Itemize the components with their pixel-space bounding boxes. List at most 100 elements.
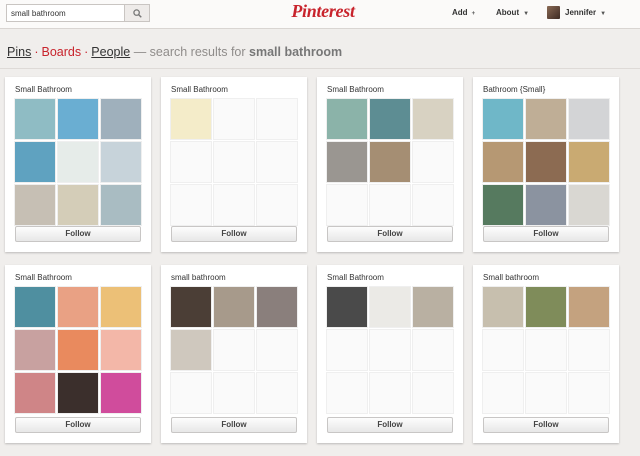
people-tab[interactable]: People — [91, 45, 130, 59]
pin-thumbnail[interactable] — [100, 141, 142, 183]
board-card[interactable]: Small Bathroom Follow — [317, 77, 463, 252]
board-title[interactable]: Small Bathroom — [15, 273, 145, 282]
pin-thumbnail — [213, 372, 255, 414]
follow-button[interactable]: Follow — [171, 226, 297, 242]
pin-thumbnail[interactable] — [256, 286, 298, 328]
board-card[interactable]: Bathroom {Small} Follow — [473, 77, 619, 252]
pin-thumbnail[interactable] — [14, 141, 56, 183]
pin-thumbnail — [256, 184, 298, 226]
pin-thumbnail[interactable] — [57, 98, 99, 140]
pin-thumbnail — [256, 141, 298, 183]
search-input[interactable] — [6, 4, 124, 22]
board-card[interactable]: Small Bathroom Follow — [5, 77, 151, 252]
board-title[interactable]: Small Bathroom — [171, 85, 301, 94]
board-title[interactable]: Small bathroom — [483, 273, 613, 282]
board-thumbnails — [170, 286, 298, 414]
pin-thumbnail[interactable] — [213, 286, 255, 328]
follow-button[interactable]: Follow — [327, 417, 453, 433]
board-title[interactable]: Small Bathroom — [15, 85, 145, 94]
pin-thumbnail[interactable] — [57, 141, 99, 183]
board-card[interactable]: Small Bathroom Follow — [317, 265, 463, 443]
board-title[interactable]: small bathroom — [171, 273, 301, 282]
boards-tab[interactable]: Boards — [42, 45, 82, 59]
pin-thumbnail[interactable] — [568, 184, 610, 226]
pin-thumbnail[interactable] — [568, 98, 610, 140]
pin-thumbnail[interactable] — [57, 286, 99, 328]
pin-thumbnail[interactable] — [568, 286, 610, 328]
pin-thumbnail[interactable] — [525, 98, 567, 140]
pin-thumbnail[interactable] — [482, 98, 524, 140]
pin-thumbnail[interactable] — [14, 286, 56, 328]
board-card[interactable]: small bathroom Follow — [161, 265, 307, 443]
board-title[interactable]: Small Bathroom — [327, 85, 457, 94]
pin-thumbnail[interactable] — [100, 372, 142, 414]
follow-button[interactable]: Follow — [483, 226, 609, 242]
board-card[interactable]: Small Bathroom Follow — [5, 265, 151, 443]
pin-thumbnail[interactable] — [412, 98, 454, 140]
pin-thumbnail[interactable] — [14, 98, 56, 140]
follow-button[interactable]: Follow — [483, 417, 609, 433]
pin-thumbnail[interactable] — [100, 184, 142, 226]
pin-thumbnail[interactable] — [369, 141, 411, 183]
pin-thumbnail[interactable] — [57, 372, 99, 414]
add-menu-label: Add — [452, 8, 468, 17]
pin-thumbnail — [482, 329, 524, 371]
pin-thumbnail[interactable] — [326, 98, 368, 140]
pin-thumbnail — [256, 98, 298, 140]
follow-button[interactable]: Follow — [15, 417, 141, 433]
board-title[interactable]: Small Bathroom — [327, 273, 457, 282]
pinterest-logo[interactable]: Pinterest — [278, 1, 368, 22]
pin-thumbnail[interactable] — [369, 286, 411, 328]
pin-thumbnail[interactable] — [57, 184, 99, 226]
pin-thumbnail[interactable] — [482, 184, 524, 226]
pin-thumbnail — [326, 372, 368, 414]
pin-thumbnail[interactable] — [57, 329, 99, 371]
pin-thumbnail — [256, 372, 298, 414]
about-menu[interactable]: About ▼ — [496, 8, 529, 17]
pin-thumbnail[interactable] — [14, 372, 56, 414]
pin-thumbnail[interactable] — [525, 184, 567, 226]
pin-thumbnail[interactable] — [100, 286, 142, 328]
pin-thumbnail[interactable] — [170, 329, 212, 371]
pin-thumbnail[interactable] — [525, 141, 567, 183]
pin-thumbnail — [525, 329, 567, 371]
pin-thumbnail[interactable] — [100, 329, 142, 371]
pin-thumbnail[interactable] — [525, 286, 567, 328]
board-title[interactable]: Bathroom {Small} — [483, 85, 613, 94]
pin-thumbnail[interactable] — [482, 286, 524, 328]
pin-thumbnail[interactable] — [14, 329, 56, 371]
add-menu[interactable]: Add + — [452, 8, 475, 17]
about-menu-label: About — [496, 8, 520, 17]
search-button[interactable] — [124, 4, 150, 22]
pin-thumbnail — [482, 372, 524, 414]
board-card[interactable]: Small bathroom Follow — [473, 265, 619, 443]
follow-button[interactable]: Follow — [15, 226, 141, 242]
pin-thumbnail — [568, 329, 610, 371]
pin-thumbnail[interactable] — [326, 286, 368, 328]
pin-thumbnail — [170, 184, 212, 226]
pin-thumbnail[interactable] — [170, 286, 212, 328]
pin-thumbnail — [326, 184, 368, 226]
pin-thumbnail — [213, 329, 255, 371]
pin-thumbnail[interactable] — [326, 141, 368, 183]
user-menu[interactable]: Jennifer ▼ — [565, 8, 606, 17]
chevron-down-icon: ▼ — [600, 11, 607, 17]
follow-button[interactable]: Follow — [171, 417, 297, 433]
pin-thumbnail[interactable] — [412, 286, 454, 328]
board-card[interactable]: Small Bathroom Follow — [161, 77, 307, 252]
pin-thumbnail[interactable] — [482, 141, 524, 183]
separator-dot: · — [84, 45, 89, 59]
board-thumbnails — [170, 98, 298, 226]
pin-thumbnail[interactable] — [568, 141, 610, 183]
pin-thumbnail[interactable] — [14, 184, 56, 226]
avatar[interactable] — [547, 6, 560, 19]
search-icon — [133, 9, 142, 18]
follow-button[interactable]: Follow — [327, 226, 453, 242]
pin-thumbnail — [170, 372, 212, 414]
pin-thumbnail[interactable] — [100, 98, 142, 140]
pin-thumbnail — [213, 98, 255, 140]
pin-thumbnail[interactable] — [369, 98, 411, 140]
pin-thumbnail[interactable] — [170, 98, 212, 140]
pins-tab[interactable]: Pins — [7, 45, 31, 59]
board-thumbnails — [14, 98, 142, 226]
